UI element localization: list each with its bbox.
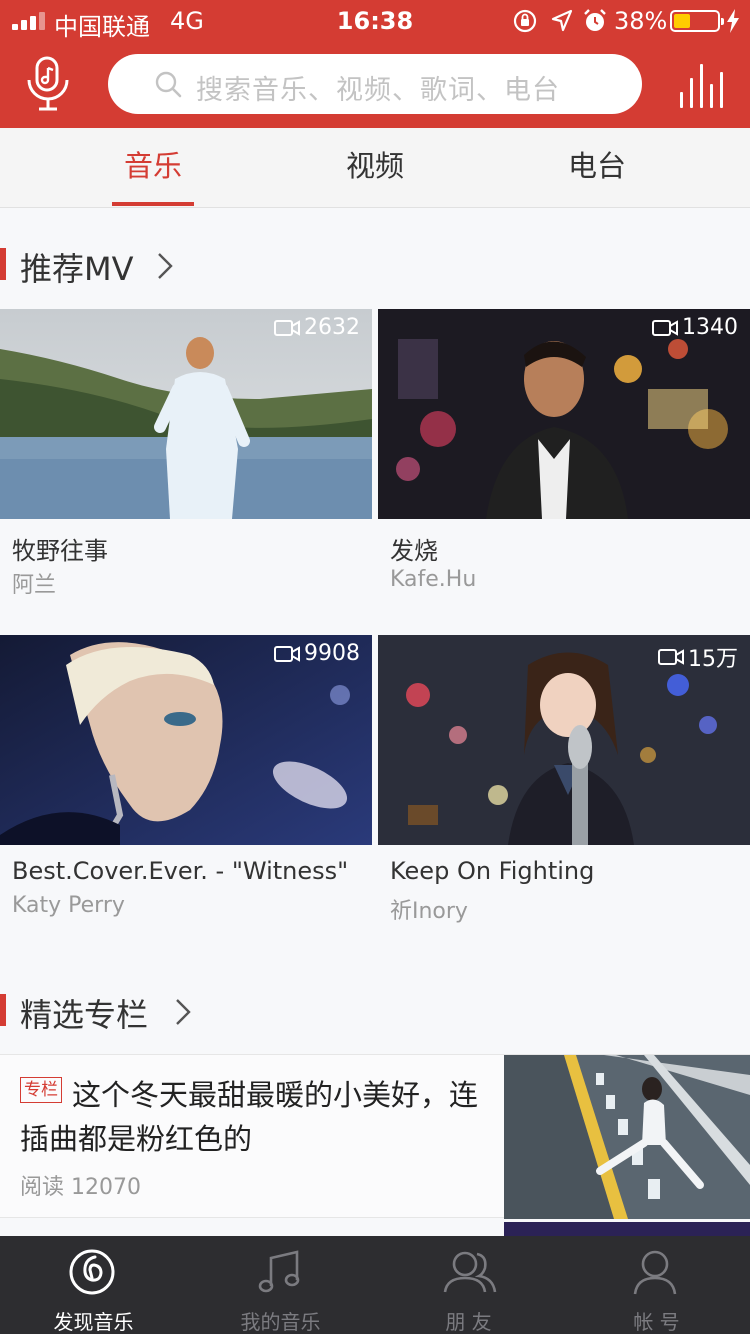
- video-camera-icon: [274, 645, 300, 662]
- play-count-value: 9908: [304, 641, 360, 666]
- tab-music[interactable]: 音乐: [28, 128, 278, 208]
- voice-mic-icon: [27, 56, 69, 111]
- mv-thumbnail: 15万: [378, 635, 750, 845]
- video-camera-icon: [658, 649, 684, 665]
- voice-mic-button[interactable]: [26, 56, 70, 112]
- mv-card[interactable]: 9908 Best.Cover.Ever. - "Witness" Katy P…: [0, 635, 372, 961]
- section-title: 精选专栏: [20, 996, 149, 1034]
- mv-artist: 阿兰: [12, 573, 57, 598]
- top-tabs: 音乐 视频 电台: [0, 128, 750, 208]
- app-header: 搜索音乐、视频、歌词、电台: [0, 40, 750, 128]
- search-icon: [155, 71, 182, 98]
- mv-artist: Katy Perry: [12, 893, 125, 918]
- mv-title: 发烧: [390, 537, 438, 565]
- play-count: 2632: [274, 315, 360, 340]
- nav-label: 朋 友: [445, 1310, 492, 1334]
- chevron-right-icon: [176, 999, 191, 1025]
- mv-artist: Kafe.Hu: [390, 567, 477, 592]
- mv-card[interactable]: 2632 牧野往事 阿兰: [0, 309, 372, 635]
- play-count-value: 15万: [688, 647, 738, 672]
- battery-percent: 38%: [614, 7, 668, 35]
- status-bar: 中国联通 4G 16:38 38%: [0, 0, 750, 41]
- next-article-thumbnail: [504, 1222, 750, 1236]
- search-placeholder: 搜索音乐、视频、歌词、电台: [196, 75, 560, 106]
- chevron-right-icon: [158, 253, 173, 279]
- friends-icon: [443, 1251, 497, 1293]
- article-thumbnail: [504, 1055, 750, 1219]
- bottom-navigation: 发现音乐 我的音乐 朋 友 帐 号: [0, 1236, 750, 1334]
- alarm-icon: [584, 9, 606, 31]
- video-camera-icon: [274, 319, 300, 336]
- play-count: 1340: [652, 315, 738, 340]
- discover-music-icon: [69, 1249, 115, 1295]
- article-title: 这个冬天最甜最暖的小美好，连插曲都是粉红色的: [20, 1078, 479, 1156]
- column-article-card[interactable]: 这个冬天最甜最暖的小美好，连插曲都是粉红色的 专栏 阅读 12070: [0, 1054, 750, 1219]
- tab-video[interactable]: 视频: [250, 128, 500, 208]
- nav-friends[interactable]: 朋 友: [375, 1236, 562, 1334]
- nav-account[interactable]: 帐 号: [563, 1236, 750, 1334]
- nav-label: 我的音乐: [240, 1310, 321, 1334]
- nav-label: 帐 号: [633, 1310, 680, 1334]
- mv-artist: 祈Inory: [390, 899, 468, 924]
- mv-title: 牧野往事: [12, 537, 108, 565]
- mv-card[interactable]: 15万 Keep On Fighting 祈Inory: [378, 635, 750, 961]
- tab-radio[interactable]: 电台: [472, 128, 722, 208]
- video-camera-icon: [652, 319, 678, 336]
- section-header-mv[interactable]: 推荐MV: [0, 244, 300, 288]
- battery-icon: [670, 10, 724, 32]
- equalizer-icon: [680, 64, 726, 108]
- mv-card[interactable]: 1340 发烧 Kafe.Hu: [378, 309, 750, 635]
- nav-my-music[interactable]: 我的音乐: [187, 1236, 374, 1334]
- section-title: 推荐MV: [20, 250, 134, 288]
- now-playing-button[interactable]: [680, 64, 726, 108]
- play-count-value: 2632: [304, 315, 360, 340]
- mv-title: Keep On Fighting: [390, 857, 595, 885]
- location-icon: [551, 9, 573, 32]
- search-bar[interactable]: 搜索音乐、视频、歌词、电台: [108, 54, 642, 114]
- mv-title: Best.Cover.Ever. - "Witness": [12, 857, 349, 885]
- nav-discover-music[interactable]: 发现音乐: [0, 1236, 187, 1334]
- section-accent-bar: [0, 994, 6, 1026]
- rotation-lock-icon: [513, 9, 537, 33]
- mv-thumbnail: 1340: [378, 309, 750, 519]
- play-count: 15万: [658, 641, 738, 673]
- column-tag-badge: 专栏: [20, 1077, 62, 1103]
- article-read-count: 阅读 12070: [20, 1175, 141, 1200]
- music-note-icon: [258, 1250, 300, 1293]
- section-accent-bar: [0, 248, 6, 280]
- mv-thumbnail: 2632: [0, 309, 372, 519]
- section-header-columns[interactable]: 精选专栏: [0, 990, 300, 1034]
- play-count: 9908: [274, 641, 360, 666]
- active-tab-indicator: [112, 202, 194, 206]
- charging-icon: [727, 9, 739, 33]
- nav-label: 发现音乐: [53, 1310, 134, 1334]
- play-count-value: 1340: [682, 315, 738, 340]
- account-icon: [633, 1250, 677, 1295]
- mv-thumbnail: 9908: [0, 635, 372, 845]
